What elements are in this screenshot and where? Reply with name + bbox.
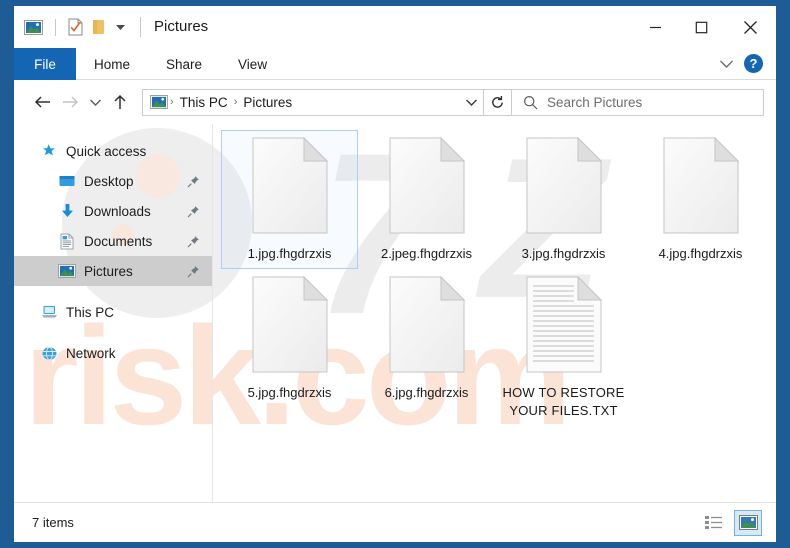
sidebar-item-documents[interactable]: Documents [14,226,212,256]
chevron-down-icon[interactable] [719,59,734,69]
recent-locations-button[interactable] [84,88,106,116]
item-count: 7 items [32,515,74,530]
refresh-button[interactable] [484,89,512,116]
search-icon [523,95,538,110]
address-bar: › This PC › Pictures [14,80,776,124]
help-icon[interactable]: ? [744,54,763,73]
file-name: 1.jpg.fhgdrzxis [248,245,332,263]
breadcrumb-dropdown-icon[interactable] [459,90,483,115]
blank-file-icon [663,137,739,241]
sidebar-label-desktop: Desktop [84,174,134,189]
tab-share[interactable]: Share [148,48,220,80]
blank-file-icon [252,276,328,380]
sidebar-item-quick-access[interactable]: Quick access [14,136,212,166]
window-controls [632,6,776,48]
search-placeholder: Search Pictures [547,95,642,110]
file-list-pane[interactable]: 1.jpg.fhgdrzxis 2.jpeg.fhgdrzxis [213,124,776,502]
customize-chevron-icon[interactable] [114,21,127,34]
up-button[interactable] [106,88,134,116]
file-item[interactable]: 5.jpg.fhgdrzxis [221,269,358,426]
text-file-icon [526,276,602,380]
sidebar-label-downloads: Downloads [84,204,151,219]
breadcrumb-separator-2: › [232,96,240,108]
sidebar-item-network[interactable]: Network [14,338,212,368]
file-name: 6.jpg.fhgdrzxis [385,384,469,402]
pictures-icon [58,262,76,280]
breadcrumb[interactable]: › This PC › Pictures [142,89,484,116]
quick-access-toolbar [24,18,127,36]
file-item[interactable]: 6.jpg.fhgdrzxis [358,269,495,426]
blank-file-icon [389,276,465,380]
sidebar-item-downloads[interactable]: Downloads [14,196,212,226]
breadcrumb-item-pictures[interactable]: Pictures [239,95,296,110]
back-button[interactable] [28,88,56,116]
file-name: 4.jpg.fhgdrzxis [659,245,743,263]
blank-file-icon [526,137,602,241]
ribbon-tab-bar: File Home Share View ? [14,48,776,80]
pin-icon[interactable] [187,235,200,248]
sidebar-label-quick-access: Quick access [66,144,146,159]
file-item[interactable]: HOW TO RESTORE YOUR FILES.TXT [495,269,632,426]
navigation-pane: Quick access Desktop [14,124,213,502]
properties-icon[interactable] [68,18,83,36]
qat-divider [55,19,56,36]
pin-icon[interactable] [187,205,200,218]
this-pc-icon [40,303,58,321]
breadcrumb-separator-1: › [168,96,176,108]
ribbon-right-controls: ? [719,48,776,79]
main-body: Quick access Desktop [14,124,776,502]
file-name: 3.jpg.fhgdrzxis [522,245,606,263]
network-icon [40,344,58,362]
sidebar-spacer-2 [14,327,212,338]
sidebar-label-pictures: Pictures [84,264,133,279]
file-name: 2.jpeg.fhgdrzxis [381,245,472,263]
search-input[interactable]: Search Pictures [512,89,764,116]
status-bar: 7 items [14,502,776,542]
minimize-button[interactable] [632,6,678,48]
sidebar-label-this-pc: This PC [66,305,114,320]
large-icons-view-button[interactable] [734,510,762,536]
tab-home[interactable]: Home [76,48,148,80]
file-explorer-window: 7 Z risk.com [14,6,776,542]
sidebar-label-documents: Documents [84,234,152,249]
desktop-icon [58,172,76,190]
file-name: HOW TO RESTORE YOUR FILES.TXT [499,384,629,420]
pictures-icon[interactable] [24,20,43,35]
close-button[interactable] [724,6,776,48]
blank-file-icon [389,137,465,241]
file-item[interactable]: 4.jpg.fhgdrzxis [632,130,769,269]
maximize-button[interactable] [678,6,724,48]
breadcrumb-pictures-icon [150,95,168,109]
file-item[interactable]: 3.jpg.fhgdrzxis [495,130,632,269]
forward-button[interactable] [56,88,84,116]
details-view-button[interactable] [700,510,728,536]
file-item[interactable]: 2.jpeg.fhgdrzxis [358,130,495,269]
sidebar-item-this-pc[interactable]: This PC [14,297,212,327]
downloads-icon [58,202,76,220]
sidebar-item-pictures[interactable]: Pictures [14,256,212,286]
pin-icon[interactable] [187,175,200,188]
pin-icon[interactable] [187,265,200,278]
blank-file-icon [252,137,328,241]
desktop-background: 7 Z risk.com [0,0,790,548]
file-grid: 1.jpg.fhgdrzxis 2.jpeg.fhgdrzxis [221,130,776,426]
window-title: Pictures [140,17,208,37]
title-bar: Pictures [14,6,776,48]
star-pin-icon [40,142,58,160]
tab-file[interactable]: File [14,48,76,80]
file-item[interactable]: 1.jpg.fhgdrzxis [221,130,358,269]
breadcrumb-item-this-pc[interactable]: This PC [176,95,232,110]
sidebar-label-network: Network [66,346,116,361]
new-folder-icon[interactable] [92,19,105,35]
documents-icon [58,232,76,250]
file-name: 5.jpg.fhgdrzxis [248,384,332,402]
view-toggle-group [700,510,762,536]
tab-view[interactable]: View [220,48,285,80]
sidebar-item-desktop[interactable]: Desktop [14,166,212,196]
sidebar-spacer-1 [14,286,212,297]
